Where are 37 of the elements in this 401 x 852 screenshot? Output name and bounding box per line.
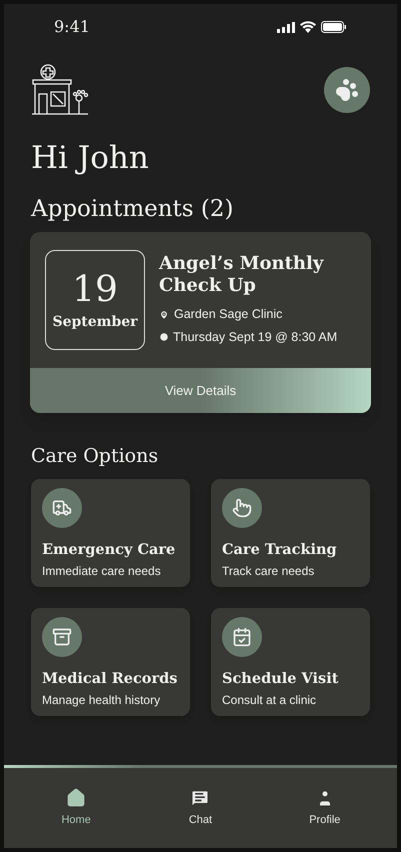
care-option-card[interactable]: Medical Records Manage health history <box>31 608 190 716</box>
care-option-title: Medical Records <box>42 669 178 689</box>
date-day: 19 <box>72 268 118 312</box>
care-option-subtitle: Manage health history <box>42 692 160 709</box>
nav-tab[interactable]: Chat <box>165 788 236 848</box>
date-month: September <box>52 312 138 332</box>
nav-tab[interactable]: Profile <box>290 788 360 848</box>
signal-icon <box>277 22 295 32</box>
status-time: 9:41 <box>54 16 90 38</box>
view-details-button[interactable]: View Details <box>30 368 371 413</box>
appointment-time: Thursday Sept 19 @ 8:30 AM <box>173 329 338 346</box>
pet-profile-button[interactable] <box>324 67 370 113</box>
care-options-heading: Care Options <box>30 444 160 469</box>
appointments-heading: Appointments (2) <box>30 195 234 224</box>
clinic-name: Garden Sage Clinic <box>174 306 282 324</box>
chat-icon <box>190 788 210 808</box>
pointer-hand-icon <box>232 498 252 518</box>
care-option-title: Emergency Care <box>42 540 176 560</box>
vet-clinic-logo-icon <box>31 64 89 116</box>
nav-tab[interactable]: Home <box>41 788 112 848</box>
care-option-subtitle: Consult at a clinic <box>222 692 316 709</box>
care-option-title: Care Tracking <box>222 540 337 560</box>
care-option-card[interactable]: Schedule Visit Consult at a clinic <box>211 608 370 716</box>
ambulance-icon <box>52 498 72 518</box>
calendar-check-icon <box>232 627 252 647</box>
care-option-card[interactable]: Care Tracking Track care needs <box>211 479 370 587</box>
care-option-card[interactable]: Emergency Care Immediate care needs <box>31 479 190 587</box>
paw-icon <box>335 78 359 102</box>
wifi-icon <box>300 21 316 33</box>
location-pin-icon <box>159 310 169 320</box>
greeting: Hi John <box>30 139 150 178</box>
appointment-title: Angel’s Monthly Check Up <box>159 253 325 298</box>
care-option-subtitle: Immediate care needs <box>42 563 161 580</box>
home-icon <box>66 788 86 808</box>
battery-icon <box>321 21 347 33</box>
care-option-subtitle: Track care needs <box>222 563 314 580</box>
care-option-title: Schedule Visit <box>222 669 338 689</box>
